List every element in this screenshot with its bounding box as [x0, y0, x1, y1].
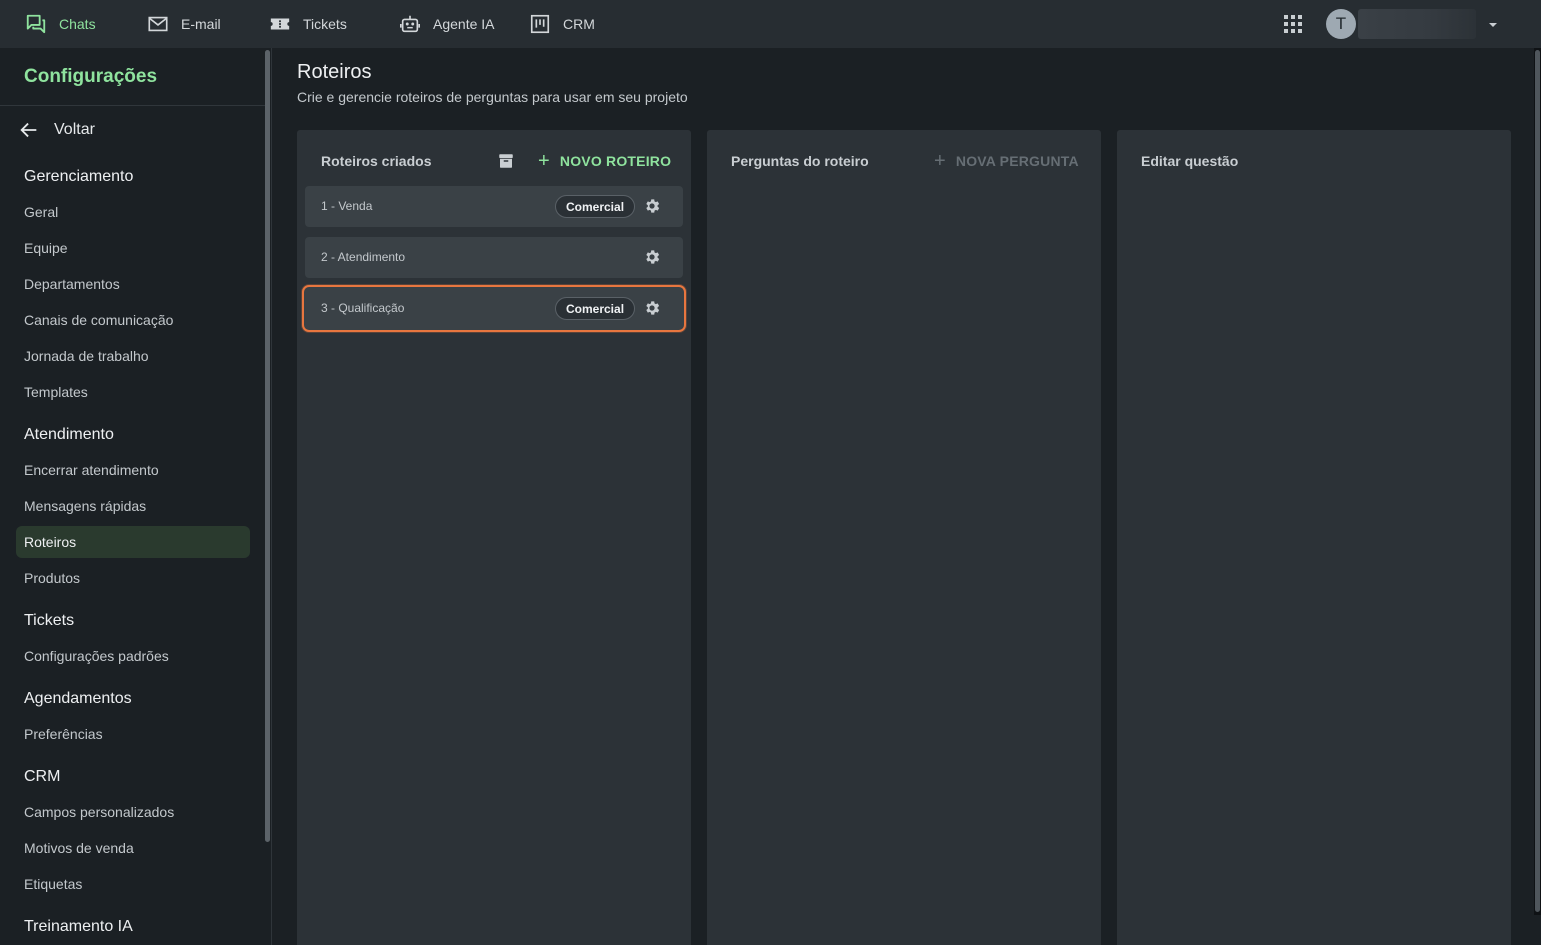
edit-question-title: Editar questão: [1141, 153, 1239, 169]
sidebar-item-equipe[interactable]: Equipe: [16, 232, 250, 264]
arrow-left-icon: [18, 119, 40, 141]
gear-icon[interactable]: [643, 248, 661, 266]
gear-icon[interactable]: [643, 299, 661, 317]
gear-icon[interactable]: [643, 197, 661, 215]
page-title: Roteiros: [297, 61, 372, 83]
new-script-label: NOVO ROTEIRO: [559, 153, 672, 169]
sidebar-item-departamentos[interactable]: Departamentos: [16, 268, 250, 300]
nav-email[interactable]: E-mail: [147, 0, 221, 48]
user-avatar[interactable]: T: [1326, 9, 1356, 39]
script-name: 1 - Venda: [321, 199, 373, 213]
chevron-down-icon[interactable]: [1487, 18, 1499, 30]
new-question-button[interactable]: + NOVA PERGUNTA: [934, 150, 1079, 172]
scripts-column: Roteiros criados + NOVO ROTEIRO 1 - Vend…: [297, 130, 691, 945]
department-chip: Comercial: [555, 195, 636, 218]
mail-icon: [147, 13, 169, 35]
plus-icon: +: [934, 150, 946, 172]
script-card[interactable]: 1 - Venda Comercial: [305, 186, 683, 227]
ticket-icon: [269, 13, 291, 35]
nav-chats-label: Chats: [59, 16, 96, 32]
section-tickets: Tickets: [24, 612, 75, 629]
nav-crm-label: CRM: [563, 16, 595, 32]
sidebar-item-config-padroes[interactable]: Configurações padrões: [16, 640, 250, 672]
nav-tickets-label: Tickets: [303, 16, 347, 32]
nav-agente-ia-label: Agente IA: [433, 16, 495, 32]
new-script-button[interactable]: + NOVO ROTEIRO: [538, 150, 671, 172]
apps-grid-icon[interactable]: [1284, 15, 1302, 33]
sidebar-divider: [0, 105, 266, 106]
user-name-redacted[interactable]: [1358, 9, 1476, 39]
section-crm: CRM: [24, 768, 61, 785]
top-navigation-bar: Chats E-mail Tickets Agente IA CRM T: [0, 0, 1541, 48]
sidebar-item-canais[interactable]: Canais de comunicação: [16, 304, 250, 336]
script-card-selected[interactable]: 3 - Qualificação Comercial: [302, 285, 686, 332]
edit-question-column: Editar questão: [1117, 130, 1511, 945]
questions-column: Perguntas do roteiro + NOVA PERGUNTA: [707, 130, 1101, 945]
page-subtitle: Crie e gerencie roteiros de perguntas pa…: [297, 89, 688, 105]
scripts-column-title: Roteiros criados: [321, 153, 432, 169]
sidebar-item-encerrar[interactable]: Encerrar atendimento: [16, 454, 250, 486]
sidebar-item-templates[interactable]: Templates: [16, 376, 250, 408]
sidebar-item-preferencias[interactable]: Preferências: [16, 718, 250, 750]
section-treinamento-ia: Treinamento IA: [24, 918, 133, 935]
sidebar-item-jornada[interactable]: Jornada de trabalho: [16, 340, 250, 372]
script-card[interactable]: 2 - Atendimento: [305, 237, 683, 278]
back-button[interactable]: Voltar: [16, 114, 216, 146]
back-label: Voltar: [54, 121, 95, 138]
sidebar-title: Configurações: [24, 66, 158, 87]
nav-crm[interactable]: CRM: [529, 0, 595, 48]
section-atendimento: Atendimento: [24, 426, 114, 443]
sidebar-item-mensagens[interactable]: Mensagens rápidas: [16, 490, 250, 522]
nav-chats[interactable]: Chats: [25, 0, 96, 48]
sidebar-item-campos[interactable]: Campos personalizados: [16, 796, 250, 828]
sidebar-item-produtos[interactable]: Produtos: [16, 562, 250, 594]
script-name: 2 - Atendimento: [321, 250, 406, 264]
kanban-icon: [529, 13, 551, 35]
sidebar-item-motivos[interactable]: Motivos de venda: [16, 832, 250, 864]
new-question-label: NOVA PERGUNTA: [955, 153, 1079, 169]
script-name: 3 - Qualificação: [321, 301, 405, 315]
sidebar-item-etiquetas[interactable]: Etiquetas: [16, 868, 250, 900]
section-gerenciamento: Gerenciamento: [24, 168, 134, 185]
sidebar-item-geral[interactable]: Geral: [16, 196, 250, 228]
archive-icon[interactable]: [497, 152, 515, 170]
sidebar-item-roteiros[interactable]: Roteiros: [16, 526, 250, 558]
nav-tickets[interactable]: Tickets: [269, 0, 347, 48]
nav-email-label: E-mail: [181, 16, 221, 32]
section-agendamentos: Agendamentos: [24, 690, 132, 707]
department-chip: Comercial: [555, 297, 636, 320]
chat-icon: [25, 13, 47, 35]
questions-column-title: Perguntas do roteiro: [731, 153, 869, 169]
nav-agente-ia[interactable]: Agente IA: [399, 0, 495, 48]
robot-icon: [399, 13, 421, 35]
page-scrollbar[interactable]: [1534, 48, 1541, 915]
plus-icon: +: [538, 150, 550, 172]
sidebar-scrollbar[interactable]: [265, 50, 270, 842]
